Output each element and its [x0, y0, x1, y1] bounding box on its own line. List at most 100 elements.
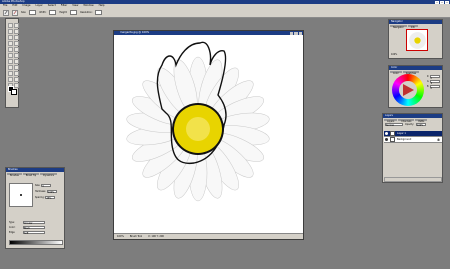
- channel-r-label: R: [427, 75, 429, 78]
- move-tool[interactable]: [13, 22, 19, 28]
- navigator-preview[interactable]: [406, 29, 428, 51]
- channel-b-field[interactable]: 0: [429, 85, 440, 90]
- zoom-readout[interactable]: 100%: [117, 234, 124, 239]
- layer-name: Layer 1: [397, 132, 406, 135]
- tab-layers[interactable]: Layers: [384, 118, 398, 123]
- pen-tool[interactable]: [7, 70, 13, 76]
- tab-channels[interactable]: Channels: [398, 118, 415, 123]
- slice-tool[interactable]: [13, 34, 19, 40]
- brushes-tabs: Brushes Brush Tip Dynamics: [6, 172, 64, 177]
- channel-r-field[interactable]: 0: [429, 75, 440, 80]
- gradient-tool[interactable]: [13, 52, 19, 58]
- color-tabs: Color Swatches: [389, 70, 442, 75]
- toolbox: [5, 18, 19, 108]
- tab-paths[interactable]: Paths: [415, 118, 428, 123]
- brush-type-select[interactable]: Circular: [23, 221, 45, 225]
- brush-dot-icon: [20, 194, 22, 196]
- navigator-panel: Navigator Navigator Info 100%: [388, 19, 443, 59]
- blur-tool[interactable]: [7, 58, 13, 64]
- resolution-label: Resolution:: [80, 11, 93, 14]
- eraser-tool[interactable]: [7, 52, 13, 58]
- resolution-field[interactable]: [95, 10, 103, 15]
- tab-brushes[interactable]: Brushes: [7, 172, 22, 177]
- layers-panel: Layers Layers Channels Paths Normal Opac…: [382, 113, 443, 183]
- stamp-tool[interactable]: [7, 46, 13, 52]
- channel-g-label: G: [427, 80, 429, 83]
- brush-type-label: Type:: [9, 221, 15, 224]
- color-triangle-icon: [403, 84, 414, 96]
- tab-brush-tip[interactable]: Brush Tip: [22, 172, 40, 177]
- type-tool[interactable]: [13, 64, 19, 70]
- tab-navigator[interactable]: Navigator: [390, 24, 407, 29]
- lasso-tool[interactable]: [7, 28, 13, 34]
- brush-spacing-label: Spacing:: [35, 196, 45, 199]
- size-field[interactable]: [29, 10, 37, 15]
- blend-mode-select[interactable]: Normal: [385, 123, 403, 127]
- brush-preview: [9, 183, 33, 207]
- channel-g-field[interactable]: 0: [429, 80, 440, 85]
- brush-settings: Size: 3 Hardness: 100% Spacing: 25%: [35, 184, 57, 200]
- opacity-label: Opacity:: [405, 123, 414, 126]
- notes-tool[interactable]: [7, 76, 13, 82]
- tab-swatches[interactable]: Swatches: [402, 70, 420, 75]
- brushes-panel: Brushes Brushes Brush Tip Dynamics Size:…: [5, 167, 65, 249]
- width-label: Width:: [39, 11, 47, 14]
- background-color-swatch[interactable]: [11, 89, 17, 95]
- brush-footer-fields: Type: Circular Color: Black Edge: Soft: [9, 221, 45, 235]
- options-bar: Size: Width: Height: Resolution:: [0, 8, 450, 18]
- tool-grid: [6, 21, 19, 89]
- channel-b-label: B: [427, 85, 429, 88]
- path-tool[interactable]: [7, 64, 13, 70]
- daisy-image: [126, 41, 270, 202]
- brush-color-select[interactable]: Black: [23, 226, 45, 230]
- height-field[interactable]: [70, 10, 78, 15]
- healing-tool[interactable]: [7, 40, 13, 46]
- visibility-eye-icon[interactable]: [385, 132, 388, 135]
- document-window: margarita.jpg @ 100% 100% Brush Tool X: …: [113, 30, 304, 240]
- tab-dynamics[interactable]: Dynamics: [40, 172, 57, 177]
- brush-hardness-field[interactable]: 100%: [46, 190, 57, 194]
- brush-tool[interactable]: [13, 40, 19, 46]
- layer-name: Background: [397, 138, 412, 141]
- status-info: Brush Tool: [129, 235, 143, 238]
- layer-row-background[interactable]: Background: [384, 137, 442, 143]
- color-channels: R0 G0 B0: [427, 75, 440, 90]
- width-field[interactable]: [49, 10, 57, 15]
- eyedropper-tool[interactable]: [13, 76, 19, 82]
- navigator-tabs: Navigator Info: [389, 24, 442, 29]
- brush-size-label: Size:: [35, 184, 41, 187]
- history-brush-tool[interactable]: [13, 46, 19, 52]
- color-panel: Color Color Swatches R0 G0 B0: [388, 65, 443, 108]
- brush-spacing-field[interactable]: 25%: [45, 196, 56, 200]
- navigator-thumbnail-icon: [409, 32, 426, 49]
- pencil-icon: [13, 10, 17, 15]
- tab-info[interactable]: Info: [407, 24, 418, 29]
- document-status-bar: 100% Brush Tool X: 100 Y: 200: [114, 233, 303, 239]
- brush-mode-picker[interactable]: [12, 9, 18, 16]
- layers-footer: [384, 177, 442, 182]
- layers-options-row: Normal Opacity: 100%: [383, 122, 442, 127]
- color-wheel[interactable]: [392, 74, 424, 106]
- shape-tool[interactable]: [13, 70, 19, 76]
- tool-preset-picker[interactable]: [3, 9, 9, 16]
- visibility-eye-icon[interactable]: [385, 138, 388, 141]
- brush-icon: [4, 10, 8, 15]
- magic-wand-tool[interactable]: [13, 28, 19, 34]
- layer-thumbnail: [390, 131, 395, 136]
- zoom-tool[interactable]: [13, 82, 19, 88]
- height-label: Height:: [59, 11, 68, 14]
- tab-color[interactable]: Color: [390, 70, 402, 75]
- layers-list: Layer 1 Background: [384, 131, 442, 143]
- marquee-tool[interactable]: [7, 22, 13, 28]
- lock-icon: [437, 138, 440, 141]
- brush-size-field[interactable]: 3: [41, 184, 52, 188]
- brush-edge-select[interactable]: Soft: [23, 231, 45, 235]
- brush-gradient-strip[interactable]: [9, 240, 63, 245]
- layer-thumbnail: [390, 137, 395, 142]
- opacity-field[interactable]: 100%: [416, 123, 426, 127]
- image-canvas[interactable]: [114, 35, 303, 233]
- crop-tool[interactable]: [7, 34, 13, 40]
- dodge-tool[interactable]: [13, 58, 19, 64]
- cursor-coords: X: 100 Y: 200: [148, 235, 164, 238]
- navigator-zoom[interactable]: 100%: [391, 53, 397, 56]
